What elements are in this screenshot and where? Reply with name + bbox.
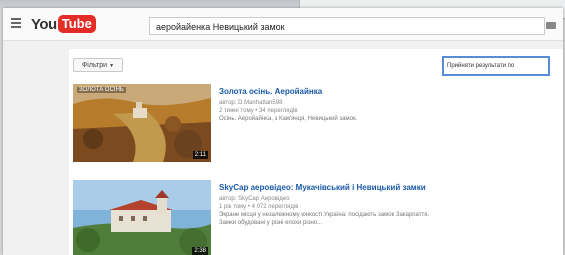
search-input[interactable]: аеройайенка Невицький замок: [149, 17, 545, 35]
video-stats: 1 рік тому • 4 072 переглядів: [219, 204, 299, 210]
video-thumbnail[interactable]: 2:38: [73, 180, 211, 255]
video-description: Экране місця у незалежному юнкості Украї…: [219, 212, 430, 218]
video-result[interactable]: ЗОЛОТА ОСІНЬ 2:11 Золота осінь. Аеройайн…: [73, 84, 553, 162]
menu-icon[interactable]: [11, 18, 21, 28]
thumbnail-image-autumn: [73, 84, 211, 162]
video-description-line2: Замки обудовані у різні епохи різно...: [219, 220, 323, 226]
thumbnail-image-castle: [73, 180, 211, 255]
results-panel: Фільтри ▼ Прийняти результати по ЗОЛОТА …: [69, 49, 563, 255]
youtube-logo[interactable]: You Tube: [31, 14, 96, 34]
logo-tube-text: Tube: [57, 15, 96, 33]
filter-button-label: Фільтри: [81, 62, 108, 69]
video-result[interactable]: 2:38 SkyCap аеровідео: Мукачівський і Не…: [73, 180, 553, 255]
video-description: Осінь. Аеройайнка, з Кам'янця, Невицький…: [219, 116, 358, 122]
video-channel[interactable]: автор: D.Manhattan598: [219, 99, 549, 107]
video-stats: 2 тижні тому • 34 переглядів: [219, 108, 298, 114]
thumbnail-overlay-text: ЗОЛОТА ОСІНЬ: [77, 87, 126, 93]
video-channel[interactable]: автор: SkyCap Аеровідео: [219, 195, 549, 203]
logo-you-text: You: [31, 15, 57, 33]
video-meta: SkyCap аеровідео: Мукачівський і Невицьк…: [219, 183, 549, 227]
video-title-link[interactable]: Золота осінь. Аеройайнка: [219, 87, 549, 96]
promo-results-button[interactable]: Прийняти результати по: [442, 56, 550, 76]
filter-button[interactable]: Фільтри ▼: [73, 58, 123, 72]
video-thumbnail[interactable]: ЗОЛОТА ОСІНЬ 2:11: [73, 84, 211, 162]
keyboard-icon[interactable]: [546, 22, 556, 29]
browser-window: You Tube аеройайенка Невицький замок Філ…: [3, 8, 563, 255]
chevron-down-icon: ▼: [109, 63, 115, 69]
video-duration: 2:11: [192, 151, 208, 159]
masthead: You Tube аеройайенка Невицький замок: [3, 8, 563, 41]
video-duration: 2:38: [192, 247, 208, 255]
video-title-link[interactable]: SkyCap аеровідео: Мукачівський і Невицьк…: [219, 183, 549, 192]
video-meta: Золота осінь. Аеройайнка автор: D.Manhat…: [219, 87, 549, 123]
